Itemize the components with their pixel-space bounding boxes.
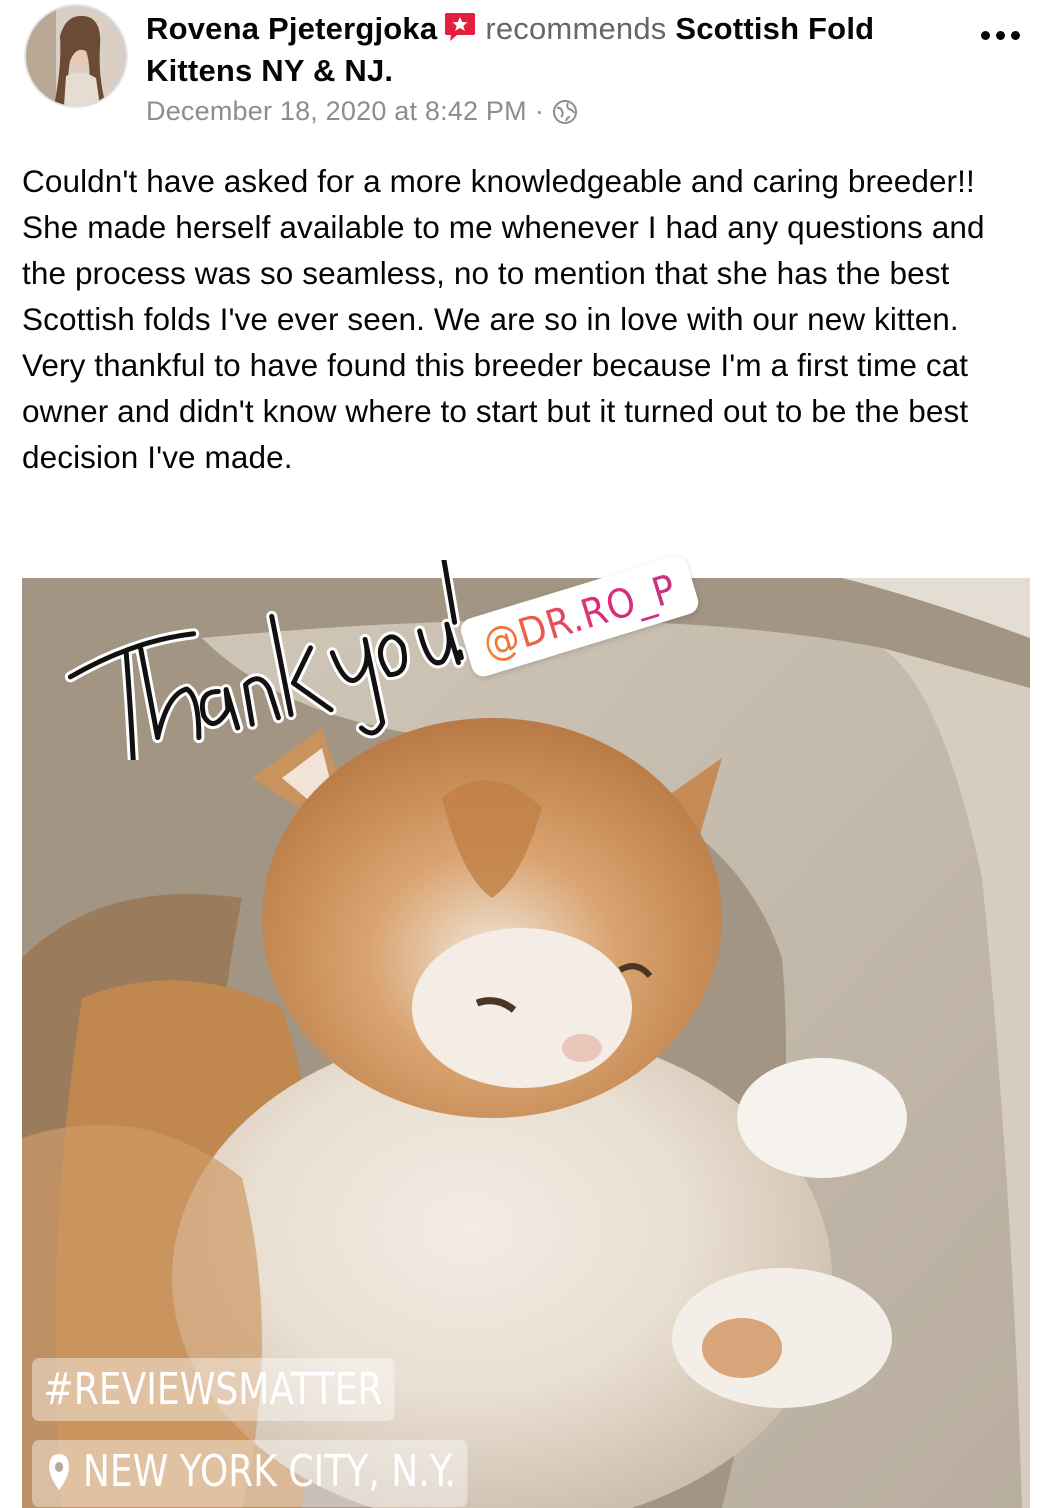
more-dot: [995, 30, 1005, 40]
location-pin-icon: [47, 1452, 72, 1492]
more-dot: [980, 30, 990, 40]
recommend-star-icon: [443, 11, 477, 41]
recommends-label: recommends: [485, 11, 667, 46]
post-timestamp[interactable]: December 18, 2020 at 8:42 PM: [146, 96, 527, 127]
author-avatar[interactable]: [24, 4, 128, 108]
more-options-icon[interactable]: [970, 20, 1030, 50]
location-sticker[interactable]: NEW YORK CITY, N.Y.: [32, 1440, 468, 1507]
author-name[interactable]: Rovena Pjetergjoka: [146, 11, 437, 46]
more-dot: [1010, 30, 1020, 40]
meta-separator: ·: [534, 96, 545, 126]
recommendation-post: Rovena Pjetergjoka recommends Scottish Fo…: [0, 0, 1050, 1508]
hashtag-sticker[interactable]: #REVIEWSMATTER: [32, 1358, 395, 1421]
thank-you-handwriting-sticker: [64, 560, 467, 760]
post-header: Rovena Pjetergjoka recommends Scottish Fo…: [146, 8, 946, 92]
globe-icon: [552, 99, 578, 125]
post-meta: December 18, 2020 at 8:42 PM ·: [146, 96, 578, 127]
review-text: Couldn't have asked for a more knowledge…: [22, 163, 985, 475]
location-text: NEW YORK CITY, N.Y.: [82, 1446, 456, 1497]
